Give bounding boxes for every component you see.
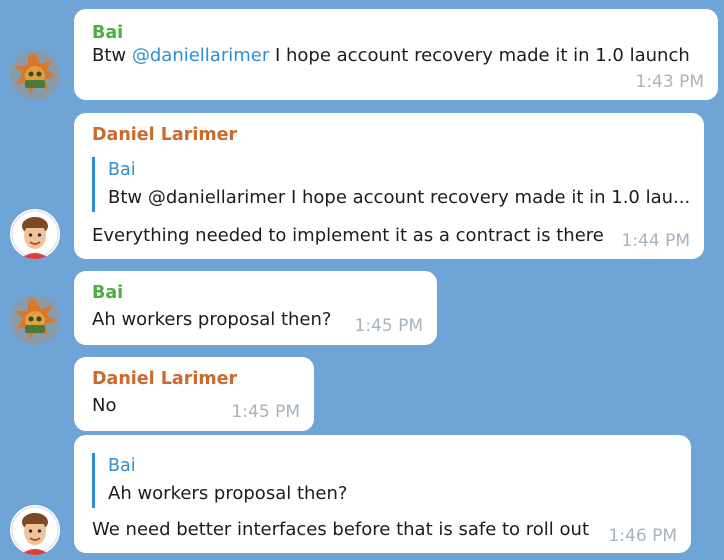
avatar-bai[interactable] — [10, 295, 60, 345]
reply-quote-sender: Bai — [108, 456, 136, 476]
message-text: We need better interfaces before that is… — [92, 519, 590, 540]
message-bubble[interactable]: Daniel Larimer Bai Btw @daniellarimer I … — [74, 113, 704, 259]
message-text: Ah workers proposal then? — [92, 309, 332, 330]
bai-avatar-icon — [10, 50, 60, 100]
message-timestamp: 1:45 PM — [354, 316, 424, 336]
bai-avatar-icon — [10, 295, 60, 345]
sender-name[interactable]: Daniel Larimer — [92, 125, 237, 145]
message-bubble[interactable]: Bai Btw @daniellarimer I hope account re… — [74, 9, 718, 100]
message-bubble[interactable]: Bai Ah workers proposal then? We need be… — [74, 435, 691, 553]
message-text: Everything needed to implement it as a c… — [92, 225, 604, 246]
daniel-avatar-icon — [10, 209, 60, 259]
message-timestamp: 1:44 PM — [621, 231, 691, 251]
message-text-prefix: Btw — [92, 45, 132, 66]
reply-quote-sender: Bai — [108, 160, 136, 180]
message-text-suffix: I hope account recovery made it in 1.0 l… — [269, 45, 690, 66]
message-bubble[interactable]: Bai Ah workers proposal then? 1:45 PM — [74, 271, 437, 345]
reply-quote[interactable]: Bai Btw @daniellarimer I hope account re… — [92, 157, 690, 212]
avatar-bai[interactable] — [10, 50, 60, 100]
mention-link[interactable]: @daniellarimer — [132, 45, 269, 66]
reply-quote-text: Ah workers proposal then? — [108, 483, 348, 504]
sender-name[interactable]: Bai — [92, 23, 123, 43]
message-bubble[interactable]: Daniel Larimer No 1:45 PM — [74, 357, 314, 431]
sender-name[interactable]: Daniel Larimer — [92, 369, 237, 389]
daniel-avatar-icon — [10, 505, 60, 555]
reply-quote[interactable]: Bai Ah workers proposal then? — [92, 453, 347, 508]
message-text: Btw @daniellarimer I hope account recove… — [92, 45, 690, 66]
reply-quote-text: Btw @daniellarimer I hope account recove… — [108, 187, 691, 208]
avatar-daniel-larimer[interactable] — [10, 209, 60, 259]
message-timestamp: 1:45 PM — [231, 402, 301, 422]
message-timestamp: 1:46 PM — [608, 526, 678, 546]
message-timestamp: 1:43 PM — [635, 72, 705, 92]
message-text: No — [92, 395, 117, 416]
avatar-daniel-larimer[interactable] — [10, 505, 60, 555]
sender-name[interactable]: Bai — [92, 283, 123, 303]
